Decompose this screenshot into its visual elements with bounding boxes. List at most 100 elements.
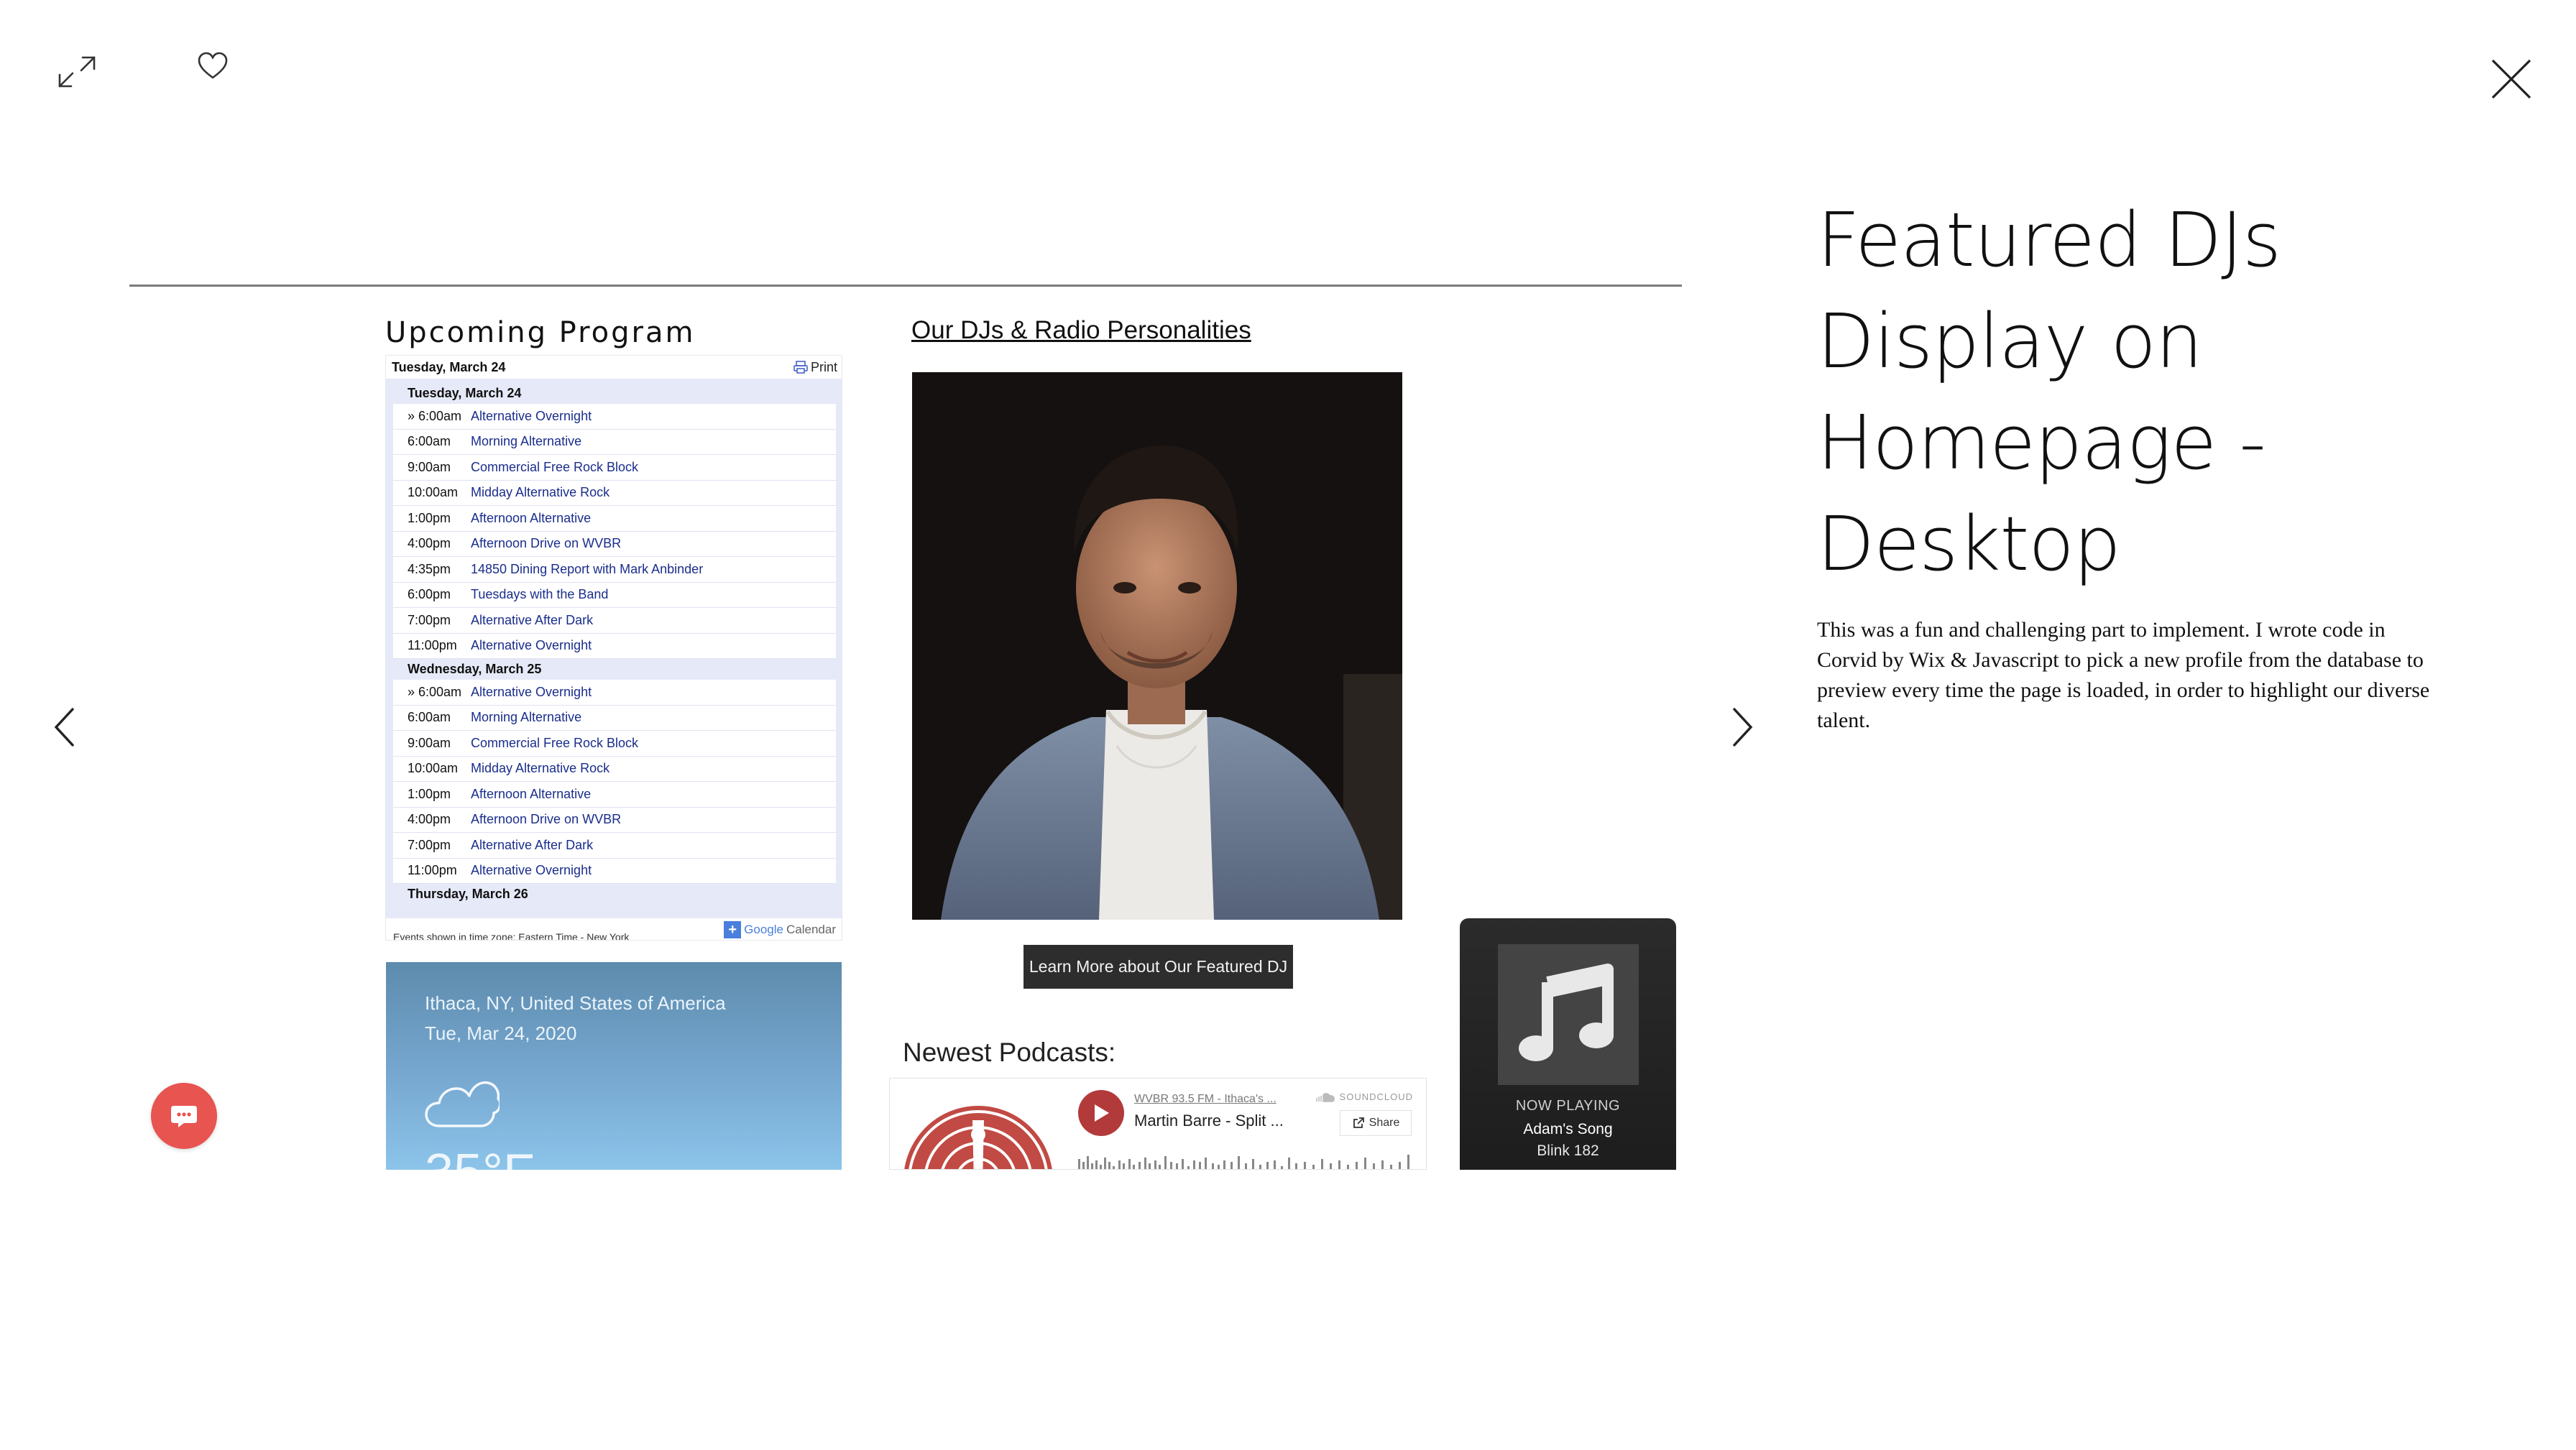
- event-row[interactable]: » 6:00am Alternative Overnight: [393, 404, 836, 430]
- waveform[interactable]: [1078, 1153, 1416, 1170]
- event-title[interactable]: Morning Alternative: [471, 710, 581, 725]
- program-calendar: Tuesday, March 24 Print Tuesday, March 2…: [385, 355, 842, 941]
- event-title[interactable]: Alternative After Dark: [471, 838, 593, 853]
- share-button[interactable]: Share: [1340, 1110, 1412, 1136]
- event-title[interactable]: Morning Alternative: [471, 434, 581, 449]
- event-row[interactable]: 9:00am Commercial Free Rock Block: [393, 731, 836, 757]
- chat-bubble-icon: [171, 1106, 197, 1127]
- event-row[interactable]: 10:00am Midday Alternative Rock: [393, 480, 836, 506]
- event-row[interactable]: 7:00pm Alternative After Dark: [393, 608, 836, 634]
- album-art: [1498, 944, 1639, 1085]
- now-playing-song: Adam's Song: [1523, 1121, 1613, 1137]
- weather-widget: Ithaca, NY, United States of America Tue…: [386, 962, 842, 1170]
- event-row[interactable]: 1:00pm Afternoon Alternative: [393, 506, 836, 532]
- share-label: Share: [1368, 1117, 1400, 1129]
- event-title[interactable]: Afternoon Alternative: [471, 787, 591, 802]
- event-title[interactable]: Alternative Overnight: [471, 409, 592, 424]
- calendar-footer: Events shown in time zone: Eastern Time …: [386, 918, 842, 940]
- chat-button[interactable]: [151, 1083, 217, 1149]
- project-title-line: Featured DJs: [1817, 196, 2281, 284]
- event-time: 6:00pm: [408, 587, 451, 602]
- event-title[interactable]: Midday Alternative Rock: [471, 761, 610, 776]
- dj-portrait-graphic: [912, 372, 1402, 920]
- day-heading: Tuesday, March 24: [408, 386, 522, 400]
- event-time: 6:00am: [408, 434, 451, 449]
- soundcloud-player: WVBR 93.5 FM - Ithaca's ... Martin Barre…: [889, 1078, 1427, 1170]
- event-title[interactable]: Alternative Overnight: [471, 685, 592, 700]
- djs-link[interactable]: Our DJs & Radio Personalities: [911, 316, 1251, 345]
- podcasts-title: Newest Podcasts:: [903, 1038, 1116, 1067]
- share-icon: [1353, 1117, 1364, 1128]
- event-title[interactable]: Tuesdays with the Band: [471, 587, 608, 602]
- calendar-header: Tuesday, March 24 Print: [386, 356, 842, 379]
- event-row[interactable]: 4:00pm Afternoon Drive on WVBR: [393, 807, 836, 833]
- program-title: Upcoming Program: [385, 316, 696, 349]
- dj-portrait: [912, 372, 1402, 920]
- radio-tower-icon: [904, 1106, 1052, 1169]
- event-time: 11:00pm: [408, 638, 457, 653]
- close-x-icon: [2491, 59, 2531, 99]
- weather-location: Ithaca, NY, United States of America: [425, 992, 726, 1014]
- event-row[interactable]: 11:00pm Alternative Overnight: [393, 858, 836, 884]
- podcast-track-title[interactable]: Martin Barre - Split ...: [1134, 1112, 1284, 1130]
- learn-more-button[interactable]: Learn More about Our Featured DJ: [1024, 945, 1293, 989]
- event-time: 1:00pm: [408, 510, 451, 525]
- event-time: 6:00am: [408, 710, 451, 725]
- calendar-agenda: Tuesday, March 24 » 6:00am Alternative Ov…: [386, 379, 842, 940]
- event-title[interactable]: Afternoon Drive on WVBR: [471, 536, 621, 551]
- soundcloud-label: SOUNDCLOUD: [1339, 1091, 1413, 1102]
- event-row[interactable]: 1:00pm Afternoon Alternative: [393, 782, 836, 808]
- soundcloud-brand[interactable]: SOUNDCLOUD: [1315, 1091, 1413, 1102]
- event-row[interactable]: 7:00pm Alternative After Dark: [393, 833, 836, 859]
- expand-button[interactable]: [52, 43, 102, 101]
- event-title[interactable]: Alternative After Dark: [471, 613, 593, 628]
- gcal-google-label: Google: [744, 923, 783, 936]
- event-time: 4:00pm: [408, 536, 451, 551]
- event-time: 7:00pm: [408, 837, 451, 852]
- project-title-line: Display on: [1817, 297, 2203, 385]
- event-row[interactable]: 4:35pm 14850 Dining Report with Mark Anbi…: [393, 557, 836, 583]
- event-title[interactable]: Alternative Overnight: [471, 863, 592, 878]
- event-title[interactable]: Commercial Free Rock Block: [471, 736, 638, 751]
- podcast-user-link[interactable]: WVBR 93.5 FM - Ithaca's ...: [1134, 1093, 1276, 1106]
- event-time: 10:00am: [408, 485, 459, 500]
- close-button[interactable]: [2484, 52, 2539, 106]
- print-label: Print: [810, 359, 837, 374]
- now-playing-label: NOW PLAYING: [1515, 1098, 1621, 1114]
- previous-button[interactable]: [45, 698, 85, 756]
- event-row[interactable]: 6:00am Morning Alternative: [393, 429, 836, 455]
- event-row[interactable]: 4:00pm Afternoon Drive on WVBR: [393, 531, 836, 557]
- play-button[interactable]: [1078, 1090, 1124, 1136]
- event-title[interactable]: Afternoon Alternative: [471, 511, 591, 526]
- event-row[interactable]: 11:00pm Alternative Overnight: [393, 633, 836, 659]
- event-time: 10:00am: [408, 761, 459, 776]
- event-time: 9:00am: [408, 459, 451, 474]
- event-title[interactable]: Commercial Free Rock Block: [471, 460, 638, 475]
- like-button[interactable]: [193, 47, 233, 85]
- print-link[interactable]: Print: [794, 360, 837, 375]
- event-title[interactable]: 14850 Dining Report with Mark Anbinder: [471, 562, 703, 577]
- cloud-icon: [425, 1081, 500, 1127]
- event-row[interactable]: » 6:00am Alternative Overnight: [393, 680, 836, 706]
- event-row[interactable]: 6:00pm Tuesdays with the Band: [393, 582, 836, 608]
- now-playing-artist: Blink 182: [1537, 1142, 1599, 1159]
- event-title[interactable]: Midday Alternative Rock: [471, 485, 610, 500]
- plus-icon: +: [724, 921, 742, 938]
- google-calendar-button[interactable]: + Google Calendar: [724, 921, 836, 938]
- event-time: 1:00pm: [408, 786, 451, 801]
- event-row[interactable]: 6:00am Morning Alternative: [393, 705, 836, 731]
- heart-icon: [198, 52, 228, 79]
- podcast-artwork: [901, 1091, 1056, 1169]
- event-time: 9:00am: [408, 735, 451, 750]
- event-time: » 6:00am: [408, 684, 462, 699]
- event-title[interactable]: Alternative Overnight: [471, 638, 592, 653]
- event-time: 11:00pm: [408, 863, 457, 878]
- event-row[interactable]: 9:00am Commercial Free Rock Block: [393, 455, 836, 481]
- day-heading: Thursday, March 26: [408, 887, 528, 901]
- weather-date: Tue, Mar 24, 2020: [425, 1022, 577, 1044]
- event-title[interactable]: Afternoon Drive on WVBR: [471, 812, 621, 827]
- event-row[interactable]: 10:00am Midday Alternative Rock: [393, 756, 836, 782]
- weather-temperature: 35°F: [425, 1143, 535, 1170]
- project-description: This was a fun and challenging part to i…: [1817, 618, 2430, 732]
- next-button[interactable]: [1722, 698, 1762, 756]
